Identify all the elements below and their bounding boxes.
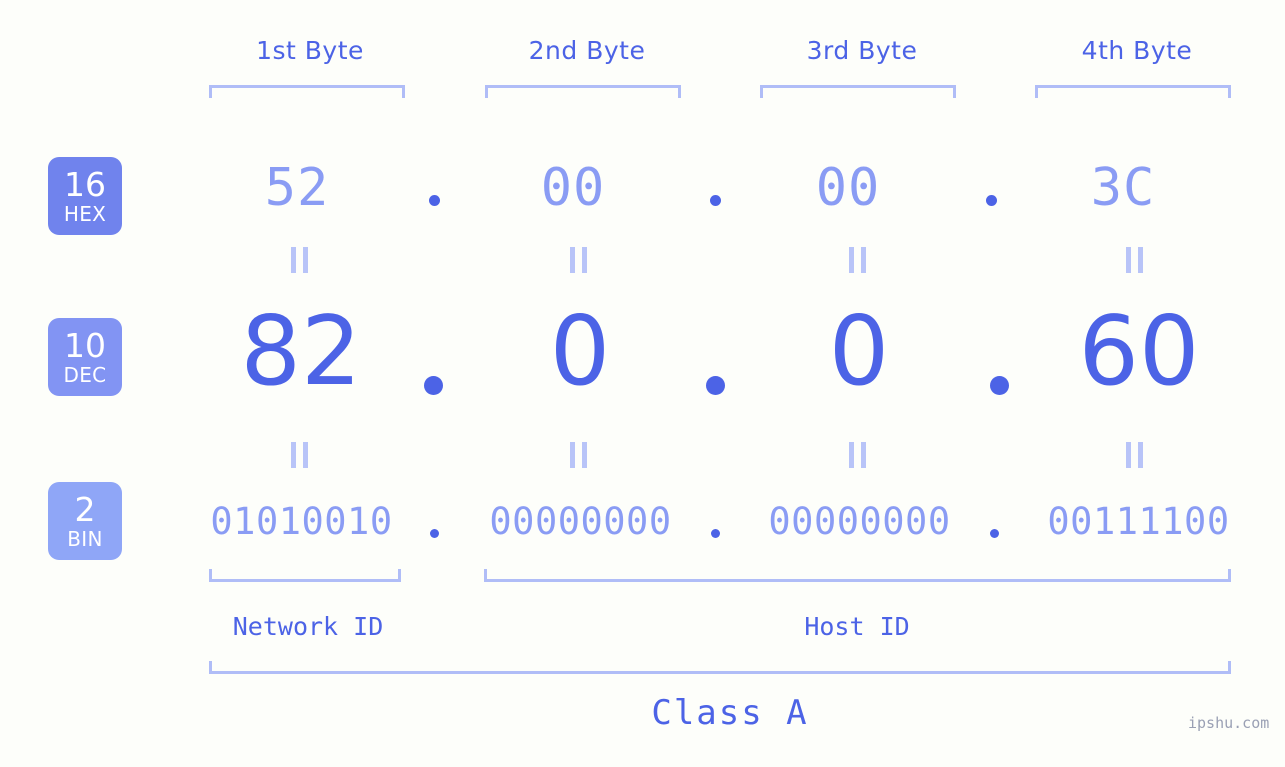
dec-separator-dot-1 xyxy=(424,376,443,395)
base-badge-hex: 16 HEX xyxy=(48,157,122,235)
host-id-bracket xyxy=(484,569,1231,582)
base-badge-bin-abbr: BIN xyxy=(67,527,103,551)
class-label: Class A xyxy=(651,693,809,733)
class-bracket xyxy=(209,661,1231,674)
byte-bracket-top-2 xyxy=(485,85,681,98)
equivalence-mark-dec-bin-2 xyxy=(570,442,587,468)
dec-value-byte-2: 0 xyxy=(549,297,611,407)
byte-bracket-top-4 xyxy=(1035,85,1231,98)
dec-value-byte-3: 0 xyxy=(828,297,890,407)
hex-value-byte-3: 00 xyxy=(815,158,881,218)
base-badge-hex-number: 16 xyxy=(64,165,106,204)
byte-header-label-4: 4th Byte xyxy=(1081,36,1193,65)
equivalence-mark-dec-bin-3 xyxy=(849,442,866,468)
dec-value-byte-4: 60 xyxy=(1078,297,1200,407)
equivalence-mark-dec-bin-4 xyxy=(1126,442,1143,468)
equivalence-mark-hex-dec-1 xyxy=(291,247,308,273)
byte-bracket-top-1 xyxy=(209,85,405,98)
hex-separator-dot-3 xyxy=(986,195,997,206)
dec-separator-dot-3 xyxy=(990,376,1009,395)
site-watermark: ipshu.com xyxy=(1188,714,1270,732)
base-badge-dec: 10 DEC xyxy=(48,318,122,396)
bin-value-byte-2: 00000000 xyxy=(489,500,672,543)
equivalence-mark-hex-dec-2 xyxy=(570,247,587,273)
base-badge-dec-abbr: DEC xyxy=(63,363,107,387)
hex-separator-dot-2 xyxy=(710,195,721,206)
bin-separator-dot-3 xyxy=(990,529,999,538)
bin-separator-dot-1 xyxy=(430,529,439,538)
equivalence-mark-hex-dec-4 xyxy=(1126,247,1143,273)
bin-value-byte-3: 00000000 xyxy=(768,500,951,543)
byte-header-label-3: 3rd Byte xyxy=(806,36,918,65)
hex-value-byte-1: 52 xyxy=(264,158,330,218)
ip-address-breakdown-diagram: 1st Byte 2nd Byte 3rd Byte 4th Byte 16 H… xyxy=(0,0,1285,767)
byte-header-label-2: 2nd Byte xyxy=(528,36,646,65)
network-id-label: Network ID xyxy=(232,612,384,641)
equivalence-mark-dec-bin-1 xyxy=(291,442,308,468)
hex-value-byte-2: 00 xyxy=(540,158,606,218)
byte-bracket-top-3 xyxy=(760,85,956,98)
network-id-bracket xyxy=(209,569,401,582)
bin-value-byte-4: 00111100 xyxy=(1047,500,1230,543)
hex-value-byte-4: 3C xyxy=(1090,158,1156,218)
bin-value-byte-1: 01010010 xyxy=(210,500,393,543)
base-badge-bin-number: 2 xyxy=(74,490,96,529)
equivalence-mark-hex-dec-3 xyxy=(849,247,866,273)
base-badge-dec-number: 10 xyxy=(64,326,106,365)
dec-separator-dot-2 xyxy=(706,376,725,395)
base-badge-hex-abbr: HEX xyxy=(63,202,107,226)
host-id-label: Host ID xyxy=(804,612,910,641)
base-badge-bin: 2 BIN xyxy=(48,482,122,560)
byte-header-label-1: 1st Byte xyxy=(256,36,364,65)
dec-value-byte-1: 82 xyxy=(240,297,362,407)
bin-separator-dot-2 xyxy=(711,529,720,538)
hex-separator-dot-1 xyxy=(429,195,440,206)
